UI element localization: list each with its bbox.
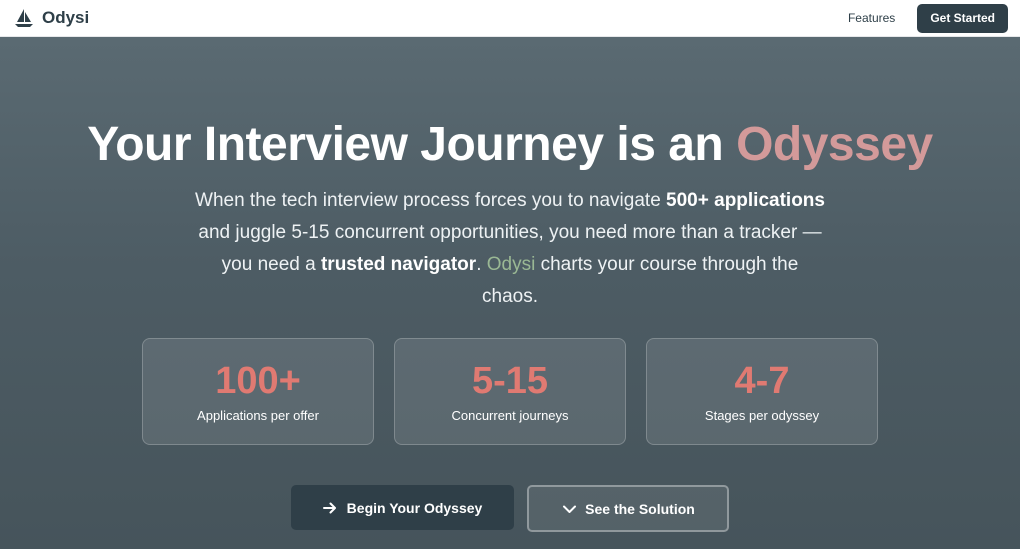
brand-logo[interactable]: Odysi	[12, 6, 89, 30]
hero-actions: Begin Your Odyssey See the Solution	[291, 485, 729, 532]
stat-card-stages: 4-7 Stages per odyssey	[646, 338, 878, 445]
begin-odyssey-button[interactable]: Begin Your Odyssey	[291, 485, 514, 530]
arrow-right-icon	[323, 500, 339, 516]
top-navbar: Odysi Features Get Started	[0, 0, 1020, 37]
stat-label: Applications per offer	[197, 408, 319, 423]
desc-part-1: When the tech interview process forces y…	[195, 190, 667, 211]
stat-label: Concurrent journeys	[451, 408, 569, 423]
brand-name: Odysi	[42, 8, 90, 27]
stat-label: Stages per odyssey	[704, 408, 820, 423]
desc-bold-applications: 500+ applications	[666, 190, 825, 211]
features-link[interactable]: Features	[848, 11, 895, 25]
desc-bold-navigator: trusted navigator	[320, 254, 477, 275]
sailboat-icon	[12, 6, 36, 30]
see-solution-label: See the Solution	[585, 500, 695, 517]
stat-card-journeys: 5-15 Concurrent journeys	[394, 338, 626, 445]
get-started-button[interactable]: Get Started	[917, 3, 1008, 33]
hero-title-accent: Odyssey	[736, 118, 933, 171]
begin-odyssey-label: Begin Your Odyssey	[346, 499, 483, 516]
nav-actions: Features Get Started	[848, 3, 1008, 33]
chevron-down-icon	[561, 501, 577, 517]
hero-title-main: Your Interview Journey is an	[87, 118, 737, 171]
stats-row: 100+ Applications per offer 5-15 Concurr…	[142, 338, 878, 445]
stat-card-applications: 100+ Applications per offer	[142, 338, 374, 445]
stat-value: 100+	[215, 360, 301, 402]
hero-description: When the tech interview process forces y…	[195, 185, 825, 313]
see-solution-button[interactable]: See the Solution	[527, 485, 729, 532]
desc-brand-name: Odysi	[486, 254, 536, 275]
stat-value: 4-7	[734, 360, 790, 402]
desc-part-3: .	[476, 254, 487, 275]
hero-section: Your Interview Journey is an Odyssey Whe…	[0, 37, 1020, 549]
stat-value: 5-15	[471, 360, 549, 402]
hero-title: Your Interview Journey is an Odyssey	[0, 117, 1020, 173]
